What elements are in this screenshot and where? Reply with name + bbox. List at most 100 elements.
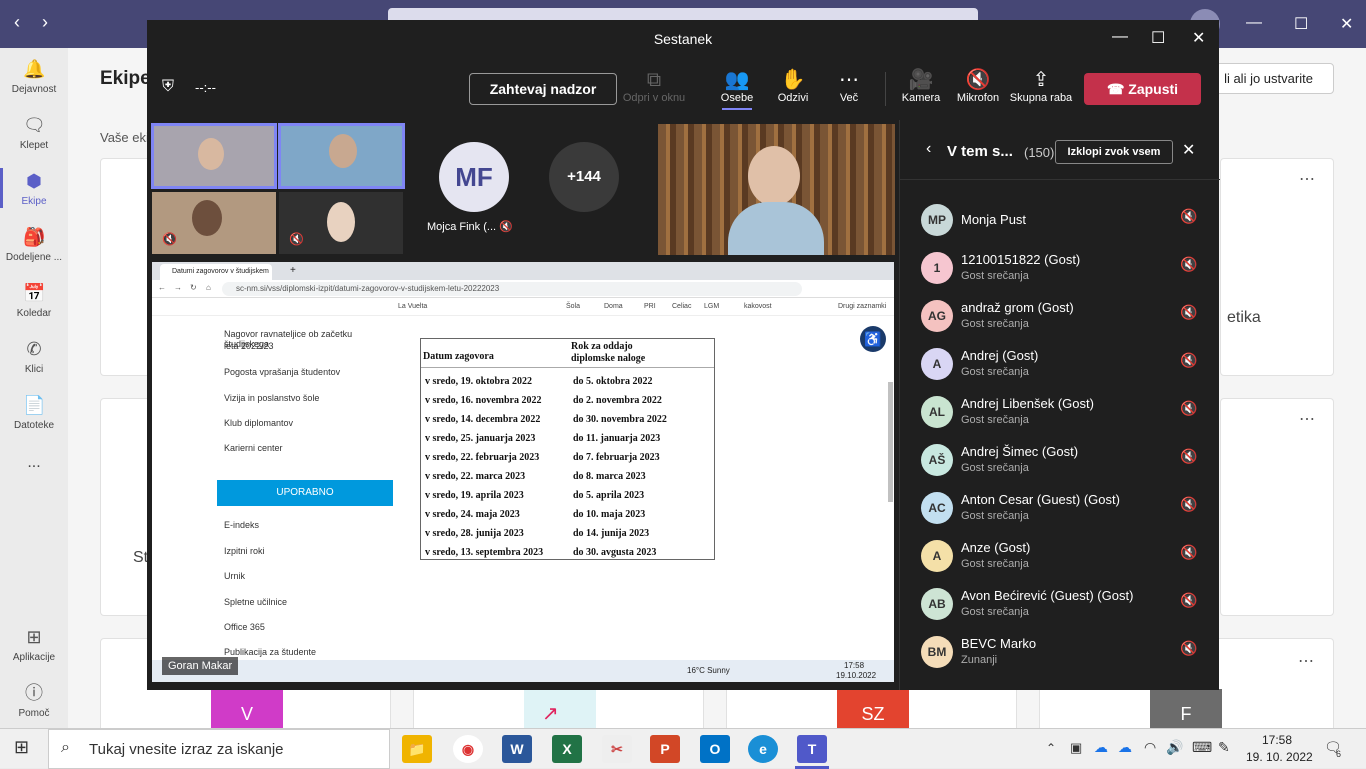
reload-icon[interactable]: ↻ [190,283,197,292]
participant-row[interactable]: MP Monja Pust 🔇 [900,198,1220,246]
sidebar-link[interactable]: Klub diplomantov [224,418,293,428]
onedrive-icon[interactable]: ☁ [1118,739,1132,756]
edge-icon[interactable]: e [748,735,778,763]
minimize-icon[interactable]: — [1246,14,1262,32]
avatar-mf[interactable]: MF [439,142,509,212]
rail-apps[interactable]: ⊞ Aplikacije [0,626,68,663]
more-participants-tile[interactable]: +144 [549,142,619,212]
sidebar-link[interactable]: Pogosta vprašanja študentov [224,367,340,377]
bookmark[interactable]: kakovost [744,303,772,310]
participant-row[interactable]: AG andraž grom (Gost) Gost srečanja 🔇 [900,294,1220,342]
team-card[interactable]: ⋯ [1220,398,1334,616]
new-tab-icon[interactable]: + [290,265,296,276]
chevron-up-icon[interactable]: ⌃ [1046,741,1056,755]
keyboard-icon[interactable]: ⌨ [1192,739,1212,756]
request-control-button[interactable]: Zahtevaj nadzor [469,73,617,105]
bookmark[interactable]: Doma [604,303,623,310]
share-button[interactable]: ⇪ Skupna raba [1008,68,1074,104]
windows-start-icon[interactable]: ⊞ [14,737,29,758]
rail-calendar[interactable]: 📅 Koledar [0,282,68,319]
bookmark[interactable]: PRI [644,303,656,310]
outlook-icon[interactable]: O [700,735,730,763]
rail-more[interactable]: ... [0,454,68,472]
sidebar-link[interactable]: Publikacija za študente [224,647,316,657]
volume-icon[interactable]: 🔊 [1166,739,1183,756]
camera-button[interactable]: 🎥 Kamera [899,68,943,104]
taskbar-search[interactable]: ⌕ Tukaj vnesite izraz za iskanje [48,729,390,769]
video-tile-speaker[interactable] [658,124,895,255]
rail-help[interactable]: ⓘ Pomoč [0,682,68,719]
shared-screen[interactable]: Datumi zagovorov v študijskem + ← → ↻ ⌂ … [152,262,894,682]
bookmark[interactable]: Šola [566,303,580,310]
browser-tab[interactable]: Datumi zagovorov v študijskem [160,264,272,280]
sidebar-link[interactable]: Vizija in poslanstvo šole [224,393,319,403]
clock-time[interactable]: 17:58 [1262,733,1292,747]
device-icon[interactable]: ▣ [1070,740,1082,756]
home-icon[interactable]: ⌂ [206,283,211,292]
rail-activity[interactable]: 🔔 Dejavnost [0,58,68,95]
participant-row[interactable]: A Andrej (Gost) Gost srečanja 🔇 [900,342,1220,390]
participant-row[interactable]: A Anze (Gost) Gost srečanja 🔇 [900,534,1220,582]
participant-row[interactable]: AL Andrej Libenšek (Gost) Gost srečanja 🔇 [900,390,1220,438]
teams-icon[interactable]: T [797,735,827,763]
wifi-icon[interactable]: ◠ [1144,739,1156,756]
video-tile[interactable]: 🔇 [152,192,276,254]
forward-arrow-icon[interactable]: › [42,12,48,33]
bookmark[interactable]: LGM [704,303,719,310]
sidebar-link[interactable]: Urnik [224,571,245,581]
back-chevron-icon[interactable]: ‹ [926,140,931,158]
sidebar-link[interactable]: leta 2022/23 [224,341,274,351]
snipping-tool-icon[interactable]: ✂ [602,735,632,763]
file-explorer-icon[interactable]: 📁 [402,735,432,763]
pen-icon[interactable]: ✎ [1218,739,1230,756]
bookmark[interactable]: Drugi zaznamki [838,303,886,310]
back-arrow-icon[interactable]: ‹ [14,12,20,33]
video-tile[interactable] [151,123,277,189]
sidebar-link[interactable]: Spletne učilnice [224,597,287,607]
powerpoint-icon[interactable]: P [650,735,680,763]
mute-all-button[interactable]: Izklopi zvok vsem [1055,140,1173,164]
video-tile[interactable]: 🔇 [279,192,403,254]
bookmark[interactable]: Celiac [672,303,691,310]
more-button[interactable]: ⋯ Več [829,68,869,104]
rail-teams[interactable]: ⬢ Ekipe [0,170,68,207]
reactions-button[interactable]: ✋ Odzivi [773,68,813,104]
scrollbar-thumb[interactable] [888,382,893,502]
participant-row[interactable]: 1 12100151822 (Gost) Gost srečanja 🔇 [900,246,1220,294]
more-options-icon[interactable]: ⋯ [1298,651,1314,671]
maximize-icon[interactable]: ☐ [1294,14,1308,34]
sidebar-link[interactable]: Izpitni roki [224,546,265,556]
maximize-icon[interactable]: ☐ [1151,28,1165,48]
sidebar-link[interactable]: E-indeks [224,520,259,530]
video-tile[interactable] [278,123,405,189]
participant-row[interactable]: AŠ Andrej Šimec (Gost) Gost srečanja 🔇 [900,438,1220,486]
microphone-button[interactable]: 🔇 Mikrofon [953,68,1003,104]
join-create-button[interactable]: li ali jo ustvarite [1203,63,1334,94]
sidebar-link[interactable]: Karierni center [224,443,283,453]
close-icon[interactable]: ✕ [1182,140,1195,160]
close-icon[interactable]: ✕ [1340,14,1353,34]
clock-date[interactable]: 19. 10. 2022 [1246,750,1313,764]
rail-files[interactable]: 📄 Datoteke [0,394,68,431]
accessibility-icon[interactable]: ♿ [860,326,886,352]
url-field[interactable]: sc-nm.si/vss/diplomski-izpit/datumi-zago… [222,282,802,296]
back-arrow-icon[interactable]: ← [158,283,166,292]
sidebar-link[interactable]: Office 365 [224,622,265,632]
people-button[interactable]: 👥 Osebe [717,68,757,110]
excel-icon[interactable]: X [552,735,582,763]
participant-row[interactable]: AB Avon Bećirević (Guest) (Gost) Gost sreč… [900,582,1220,630]
participant-row[interactable]: AC Anton Cesar (Guest) (Gost) Gost srečanj… [900,486,1220,534]
rail-assignments[interactable]: 🎒 Dodeljene ... [0,226,68,263]
minimize-icon[interactable]: — [1112,28,1128,46]
participant-row[interactable]: BM BEVC Marko Zunanji 🔇 [900,630,1220,678]
forward-arrow-icon[interactable]: → [174,283,182,292]
leave-button[interactable]: ☎ Zapusti [1084,73,1201,105]
chrome-icon[interactable]: ◉ [453,735,483,763]
team-card[interactable]: etika ⋯ [1220,158,1334,376]
more-options-icon[interactable]: ⋯ [1299,409,1315,429]
close-icon[interactable]: ✕ [1192,28,1205,48]
more-options-icon[interactable]: ⋯ [1299,169,1315,189]
word-icon[interactable]: W [502,735,532,763]
onedrive-icon[interactable]: ☁ [1094,739,1108,756]
rail-calls[interactable]: ✆ Klici [0,338,68,375]
